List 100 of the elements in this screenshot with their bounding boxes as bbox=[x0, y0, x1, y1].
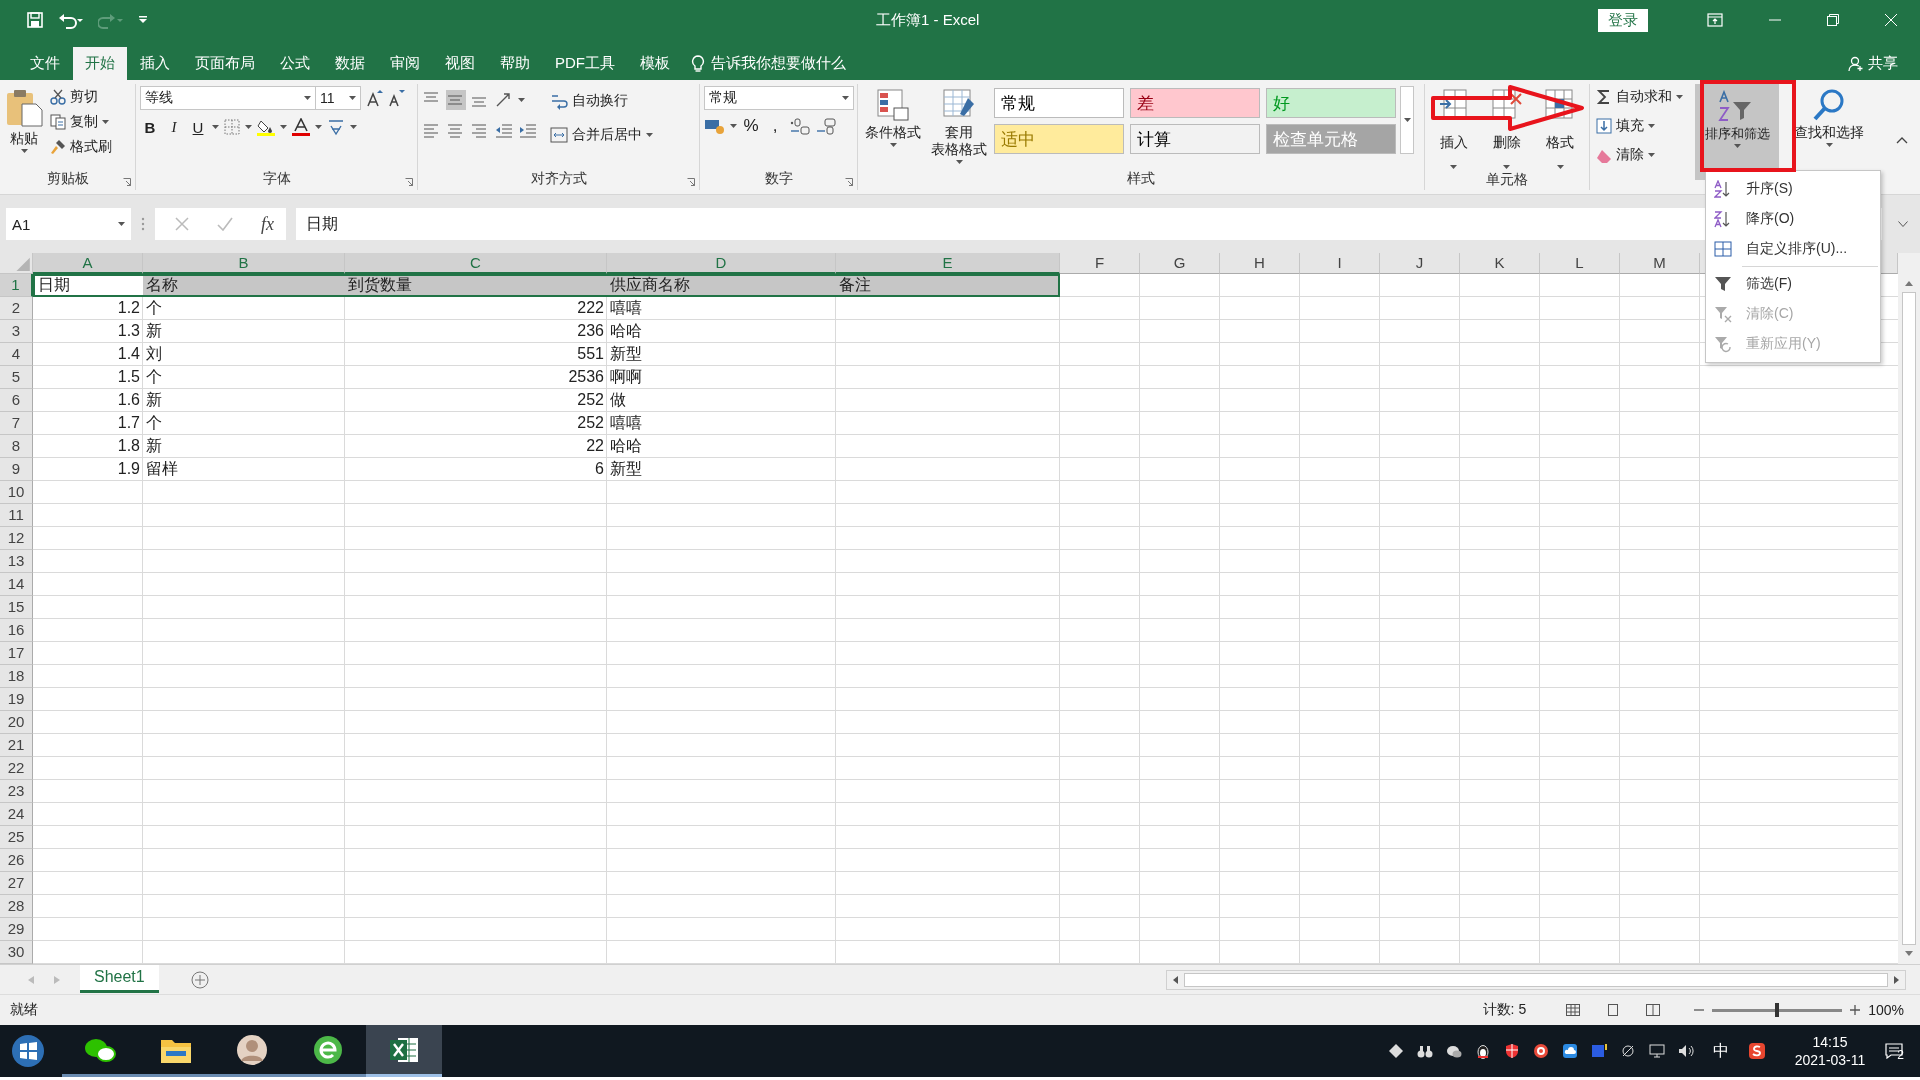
gallery-scrollbar[interactable] bbox=[1400, 86, 1414, 154]
caret-icon[interactable] bbox=[315, 125, 322, 129]
scroll-thumb[interactable] bbox=[1184, 972, 1888, 987]
ribbon-tab[interactable]: 页面布局 bbox=[183, 47, 267, 80]
ribbon-tab[interactable]: 开始 bbox=[73, 47, 127, 80]
row-header[interactable]: 5 bbox=[0, 366, 33, 389]
page-layout-icon[interactable] bbox=[1606, 1004, 1621, 1016]
row-header[interactable]: 2 bbox=[0, 297, 33, 320]
ribbon-tab[interactable]: 帮助 bbox=[488, 47, 542, 80]
delete-button[interactable]: 删除 bbox=[1482, 86, 1532, 171]
dialog-launcher-icon[interactable] bbox=[405, 178, 413, 186]
increase-decimal-icon[interactable] bbox=[789, 117, 811, 135]
row-header[interactable]: 4 bbox=[0, 343, 33, 366]
copy-button[interactable]: 复制 bbox=[48, 111, 114, 133]
cut-button[interactable]: 剪切 bbox=[48, 86, 114, 108]
fill-color-icon[interactable] bbox=[256, 118, 276, 136]
cell-style-option[interactable]: 差 bbox=[1130, 88, 1260, 118]
page-break-icon[interactable] bbox=[1646, 1004, 1661, 1016]
column-header[interactable]: L bbox=[1540, 253, 1620, 274]
share-button[interactable]: 共享 bbox=[1826, 47, 1920, 80]
shield-icon[interactable] bbox=[1503, 1043, 1520, 1059]
format-cells-button[interactable]: 格式 bbox=[1535, 86, 1585, 171]
scroll-thumb[interactable] bbox=[1902, 292, 1916, 945]
insert-button[interactable]: 插入 bbox=[1429, 86, 1479, 171]
fill-button[interactable]: 填充 bbox=[1594, 115, 1685, 137]
speaker-icon[interactable] bbox=[1677, 1043, 1694, 1059]
number-format-field[interactable]: 常规 bbox=[704, 86, 854, 110]
bold-button[interactable]: B bbox=[140, 116, 160, 138]
scroll-up-icon[interactable] bbox=[1905, 281, 1913, 286]
row-header[interactable]: 30 bbox=[0, 941, 33, 964]
zoom-level[interactable]: 100% bbox=[1868, 1002, 1904, 1018]
row-header[interactable]: 3 bbox=[0, 320, 33, 343]
column-header[interactable]: I bbox=[1300, 253, 1380, 274]
expand-formula-bar-icon[interactable] bbox=[1898, 221, 1908, 227]
autosum-button[interactable]: 自动求和 bbox=[1594, 86, 1685, 108]
name-box[interactable]: A1 bbox=[6, 208, 131, 240]
taskbar-app[interactable] bbox=[366, 1025, 442, 1077]
row-header[interactable]: 17 bbox=[0, 642, 33, 665]
column-header[interactable]: C bbox=[345, 253, 607, 274]
column-header[interactable]: M bbox=[1620, 253, 1700, 274]
dialog-launcher-icon[interactable] bbox=[845, 178, 853, 186]
format-painter-button[interactable]: 格式刷 bbox=[48, 136, 114, 158]
row-header[interactable]: 24 bbox=[0, 803, 33, 826]
add-sheet-icon[interactable] bbox=[190, 970, 209, 989]
ribbon-tab[interactable]: 数据 bbox=[323, 47, 377, 80]
cell-style-option[interactable]: 常规 bbox=[994, 88, 1124, 118]
customize-icon[interactable] bbox=[138, 15, 148, 25]
caret-icon[interactable] bbox=[518, 98, 525, 102]
column-header[interactable]: D bbox=[607, 253, 836, 274]
row-header[interactable]: 23 bbox=[0, 780, 33, 803]
row-header[interactable]: 25 bbox=[0, 826, 33, 849]
row-header[interactable]: 13 bbox=[0, 550, 33, 573]
row-header[interactable]: 16 bbox=[0, 619, 33, 642]
ribbon-tab[interactable]: 插入 bbox=[128, 47, 182, 80]
scroll-down-icon[interactable] bbox=[1905, 951, 1913, 956]
merge-center-button[interactable]: 合并后居中 bbox=[548, 124, 655, 146]
row-header[interactable]: 22 bbox=[0, 757, 33, 780]
scroll-right-icon[interactable] bbox=[1894, 975, 1899, 984]
login-button[interactable]: 登录 bbox=[1598, 8, 1648, 32]
row-header[interactable]: 6 bbox=[0, 389, 33, 412]
binoculars-icon[interactable] bbox=[1416, 1043, 1433, 1059]
letter-s-icon[interactable] bbox=[1747, 1042, 1766, 1060]
network-icon[interactable] bbox=[1648, 1043, 1665, 1059]
increase-font-size-icon[interactable] bbox=[365, 89, 383, 107]
row-header[interactable]: 9 bbox=[0, 458, 33, 481]
dialog-launcher-icon[interactable] bbox=[687, 178, 695, 186]
caret-icon[interactable] bbox=[350, 125, 357, 129]
ribbon-tab[interactable]: 模板 bbox=[628, 47, 682, 80]
ribbon-display-icon[interactable] bbox=[1707, 13, 1723, 27]
row-header[interactable]: 14 bbox=[0, 573, 33, 596]
row-header[interactable]: 8 bbox=[0, 435, 33, 458]
row-header[interactable]: 18 bbox=[0, 665, 33, 688]
clear-button[interactable]: 清除 bbox=[1594, 144, 1685, 166]
column-header[interactable]: B bbox=[143, 253, 345, 274]
column-header[interactable]: K bbox=[1460, 253, 1540, 274]
menu-item[interactable]: 筛选(F) bbox=[1706, 269, 1880, 299]
format-as-table-button[interactable]: 套用 表格格式 bbox=[928, 86, 990, 166]
phonetic-guide-icon[interactable] bbox=[326, 118, 346, 136]
row-header[interactable]: 11 bbox=[0, 504, 33, 527]
notifications-button[interactable]: 2 bbox=[1881, 1040, 1920, 1062]
cloud-icon[interactable] bbox=[1561, 1043, 1578, 1059]
column-header[interactable]: E bbox=[836, 253, 1060, 274]
caret-icon[interactable] bbox=[280, 125, 287, 129]
column-header[interactable]: H bbox=[1220, 253, 1300, 274]
conditional-formatting-button[interactable]: 条件格式 bbox=[862, 86, 924, 149]
insert-function-button[interactable]: fx bbox=[261, 213, 274, 235]
restore-icon[interactable] bbox=[1827, 14, 1839, 26]
save-icon[interactable] bbox=[26, 11, 44, 29]
column-header[interactable]: A bbox=[33, 253, 143, 274]
font-size-field[interactable]: 11 bbox=[315, 86, 361, 110]
row-header[interactable]: 21 bbox=[0, 734, 33, 757]
ribbon-tab[interactable]: 公式 bbox=[268, 47, 322, 80]
input-method-button[interactable]: 中 bbox=[1706, 1040, 1735, 1062]
tell-me-search[interactable]: 告诉我你想要做什么 bbox=[683, 47, 854, 80]
caret-icon[interactable] bbox=[212, 125, 219, 129]
caret-icon[interactable] bbox=[245, 125, 252, 129]
close-icon[interactable] bbox=[1885, 14, 1897, 26]
row-header[interactable]: 15 bbox=[0, 596, 33, 619]
penguin-icon[interactable] bbox=[1474, 1043, 1491, 1059]
row-header[interactable]: 29 bbox=[0, 918, 33, 941]
